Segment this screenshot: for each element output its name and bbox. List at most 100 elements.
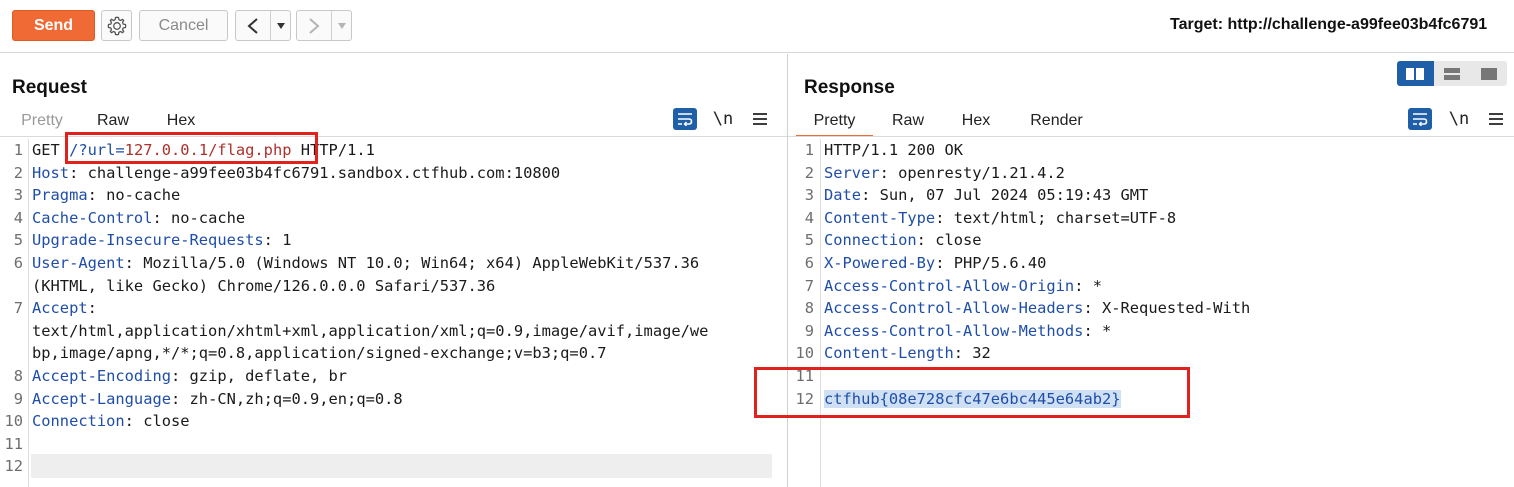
request-line[interactable]: 8 Accept-Encoding: gzip, deflate, br bbox=[0, 365, 787, 388]
response-line[interactable]: 10 Content-Length: 32 bbox=[788, 342, 1514, 365]
response-panel-title: Response bbox=[804, 77, 895, 98]
code-text[interactable]: User-Agent: Mozilla/5.0 (Windows NT 10.0… bbox=[32, 252, 699, 275]
response-line[interactable]: 6 X-Powered-By: PHP/5.6.40 bbox=[788, 252, 1514, 275]
code-text[interactable]: Connection: close bbox=[824, 229, 982, 252]
code-text[interactable]: Accept-Language: zh-CN,zh;q=0.9,en;q=0.8 bbox=[32, 388, 403, 411]
request-line[interactable]: 2 Host: challenge-a99fee03b4fc6791.sandbo… bbox=[0, 162, 787, 185]
request-line[interactable]: bp,image/apng,*/*;q=0.8,application/sign… bbox=[0, 342, 787, 365]
forward-history-dropdown[interactable] bbox=[331, 11, 351, 40]
code-token: : X-Requested-With bbox=[1083, 299, 1251, 318]
request-line[interactable]: 6 User-Agent: Mozilla/5.0 (Windows NT 10.… bbox=[0, 252, 787, 275]
code-token: : no-cache bbox=[87, 186, 181, 205]
code-text[interactable]: text/html,application/xhtml+xml,applicat… bbox=[32, 320, 708, 343]
code-text[interactable]: HTTP/1.1 200 OK bbox=[824, 139, 963, 162]
code-text[interactable]: Pragma: no-cache bbox=[32, 184, 180, 207]
wrap-lines-icon bbox=[1413, 113, 1428, 126]
code-text[interactable]: Connection: close bbox=[32, 410, 190, 433]
caret-down-icon bbox=[276, 22, 285, 29]
line-number: 3 bbox=[804, 186, 814, 205]
header-key: Pragma bbox=[32, 186, 88, 205]
toolbar: Send Cancel Target: http://challenge-a99… bbox=[0, 0, 1514, 53]
code-text[interactable]: Server: openresty/1.21.4.2 bbox=[824, 162, 1065, 185]
header-key: Connection bbox=[32, 412, 125, 431]
header-key: Date bbox=[824, 186, 862, 205]
code-text[interactable]: Accept: bbox=[32, 297, 97, 320]
header-key: Host bbox=[32, 163, 70, 182]
layout-split-vertical-button[interactable] bbox=[1434, 61, 1471, 86]
header-key: Access-Control-Allow-Headers bbox=[824, 299, 1084, 318]
code-token: : Mozilla/5.0 (Windows NT 10.0; Win64; x… bbox=[124, 253, 700, 272]
forward-button[interactable] bbox=[297, 11, 331, 40]
response-tab-render[interactable]: Render bbox=[1009, 110, 1104, 137]
url-highlight-box bbox=[65, 132, 318, 164]
code-token: : openresty/1.21.4.2 bbox=[879, 163, 1065, 182]
send-button[interactable]: Send bbox=[12, 10, 95, 41]
line-number: 9 bbox=[804, 321, 814, 340]
response-tab-pretty[interactable]: Pretty bbox=[796, 110, 873, 137]
response-menu-button[interactable] bbox=[1484, 108, 1508, 130]
code-text[interactable]: Upgrade-Insecure-Requests: 1 bbox=[32, 229, 291, 252]
code-text[interactable]: Access-Control-Allow-Methods: * bbox=[824, 320, 1111, 343]
request-line[interactable]: 5 Upgrade-Insecure-Requests: 1 bbox=[0, 229, 787, 252]
code-token: text/html,application/xhtml+xml,applicat… bbox=[32, 321, 709, 340]
response-line[interactable]: 9 Access-Control-Allow-Methods: * bbox=[788, 320, 1514, 343]
code-text[interactable]: Access-Control-Allow-Headers: X-Requeste… bbox=[824, 297, 1250, 320]
line-number: 1 bbox=[13, 141, 23, 159]
response-line[interactable]: 7 Access-Control-Allow-Origin: * bbox=[788, 275, 1514, 298]
back-history-dropdown[interactable] bbox=[270, 11, 290, 40]
response-line[interactable]: 2 Server: openresty/1.21.4.2 bbox=[788, 162, 1514, 185]
code-token: : * bbox=[1074, 276, 1102, 295]
request-line[interactable]: text/html,application/xhtml+xml,applicat… bbox=[0, 320, 787, 343]
settings-button[interactable] bbox=[101, 10, 132, 41]
forward-nav-group bbox=[296, 10, 352, 41]
response-tabs: Pretty Raw Hex Render bbox=[796, 110, 1104, 137]
target-url[interactable]: Target: http://challenge-a99fee03b4fc679… bbox=[1170, 16, 1487, 34]
response-line[interactable]: 5 Connection: close bbox=[788, 229, 1514, 252]
code-text[interactable]: Host: challenge-a99fee03b4fc6791.sandbox… bbox=[32, 162, 560, 185]
request-line[interactable]: 7 Accept: bbox=[0, 297, 787, 320]
line-number: 5 bbox=[13, 231, 23, 250]
response-line[interactable]: 1 HTTP/1.1 200 OK bbox=[788, 139, 1514, 162]
response-line[interactable]: 3 Date: Sun, 07 Jul 2024 05:19:43 GMT bbox=[788, 184, 1514, 207]
request-line[interactable]: (KHTML, like Gecko) Chrome/126.0.0.0 Saf… bbox=[0, 275, 787, 298]
code-text[interactable]: Date: Sun, 07 Jul 2024 05:19:43 GMT bbox=[824, 184, 1148, 207]
code-text[interactable]: Content-Length: 32 bbox=[824, 342, 991, 365]
layout-toggle bbox=[1397, 61, 1507, 86]
code-text[interactable]: Cache-Control: no-cache bbox=[32, 207, 245, 230]
line-number: 11 bbox=[4, 434, 23, 453]
line-number: 8 bbox=[804, 299, 814, 318]
cancel-button[interactable]: Cancel bbox=[139, 10, 228, 41]
request-line[interactable]: 12 bbox=[0, 455, 787, 478]
line-number: 7 bbox=[13, 299, 23, 318]
layout-single-pane-button[interactable] bbox=[1470, 61, 1507, 86]
request-line[interactable]: 4 Cache-Control: no-cache bbox=[0, 207, 787, 230]
request-wrap-lines-button[interactable] bbox=[673, 108, 697, 130]
back-button[interactable] bbox=[236, 11, 270, 40]
code-text[interactable]: Content-Type: text/html; charset=UTF-8 bbox=[824, 207, 1176, 230]
response-line[interactable]: 4 Content-Type: text/html; charset=UTF-8 bbox=[788, 207, 1514, 230]
line-number: 6 bbox=[804, 253, 814, 272]
request-line[interactable]: 10 Connection: close bbox=[0, 410, 787, 433]
request-newline-toggle[interactable]: \n bbox=[711, 108, 735, 130]
line-number: 9 bbox=[13, 389, 23, 408]
request-line[interactable]: 9 Accept-Language: zh-CN,zh;q=0.9,en;q=0.… bbox=[0, 388, 787, 411]
request-line[interactable]: 11 bbox=[0, 433, 787, 456]
code-text[interactable]: bp,image/apng,*/*;q=0.8,application/sign… bbox=[32, 342, 607, 365]
layout-split-horizontal-button[interactable] bbox=[1397, 61, 1434, 86]
chevron-right-icon bbox=[309, 17, 320, 34]
response-wrap-lines-button[interactable] bbox=[1408, 108, 1432, 130]
request-menu-button[interactable] bbox=[748, 108, 772, 130]
code-text[interactable]: Accept-Encoding: gzip, deflate, br bbox=[32, 365, 347, 388]
code-text[interactable]: Access-Control-Allow-Origin: * bbox=[824, 275, 1102, 298]
response-line[interactable]: 8 Access-Control-Allow-Headers: X-Request… bbox=[788, 297, 1514, 320]
response-tab-hex[interactable]: Hex bbox=[943, 110, 1009, 137]
code-text[interactable]: (KHTML, like Gecko) Chrome/126.0.0.0 Saf… bbox=[32, 275, 495, 298]
code-token: (KHTML, like Gecko) Chrome/126.0.0.0 Saf… bbox=[32, 276, 496, 295]
code-text[interactable]: X-Powered-By: PHP/5.6.40 bbox=[824, 252, 1046, 275]
response-newline-toggle[interactable]: \n bbox=[1447, 108, 1471, 130]
response-tab-raw[interactable]: Raw bbox=[873, 110, 943, 137]
request-line[interactable]: 3 Pragma: no-cache bbox=[0, 184, 787, 207]
line-number: 8 bbox=[13, 366, 23, 385]
request-editor[interactable]: 1 GET /?url=127.0.0.1/flag.php HTTP/1.1 2 H… bbox=[0, 139, 787, 478]
line-number: 6 bbox=[13, 253, 23, 272]
